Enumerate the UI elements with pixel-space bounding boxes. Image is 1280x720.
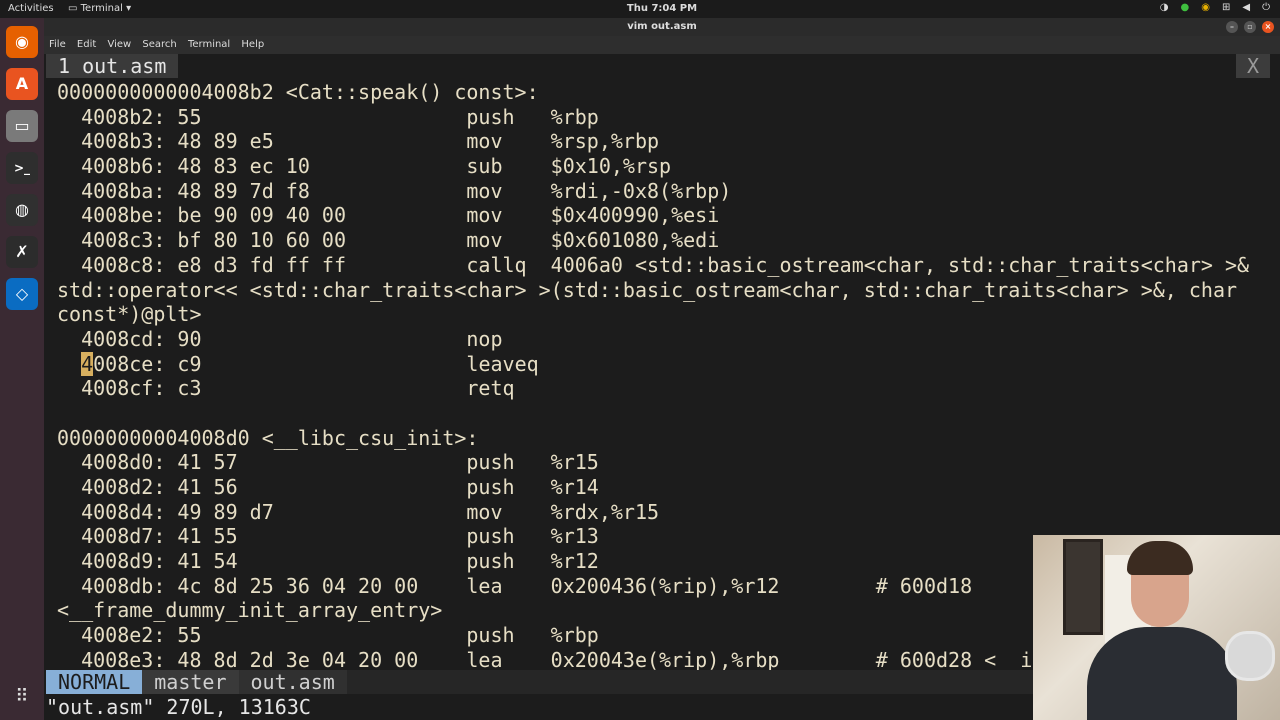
vim-tab-close[interactable]: X	[1236, 54, 1270, 78]
git-branch: master	[142, 670, 239, 694]
volume-icon[interactable]: ◀	[1242, 2, 1250, 13]
menu-bar: File Edit View Search Terminal Help	[44, 36, 1280, 54]
globe-lamp	[1225, 631, 1275, 681]
status-filename: out.asm	[238, 670, 347, 694]
top-bar: Activities ▭ Terminal ▾ Thu 7:04 PM ◑ ● …	[0, 0, 1280, 18]
buffer-line[interactable]: 4008cd: 90 nop	[57, 327, 1249, 352]
app-menu-label: Terminal ▾	[80, 3, 132, 14]
buffer-line[interactable]: 4008c8: e8 d3 fd ff ff callq 4006a0 <std…	[57, 253, 1249, 278]
buffer-line[interactable]: 4008be: be 90 09 40 00 mov $0x400990,%es…	[57, 203, 1249, 228]
buffer-line[interactable]: 4008d2: 41 56 push %r14	[57, 475, 1249, 500]
webcam-overlay	[1033, 535, 1280, 720]
buffer-line[interactable]: 4008b2: 55 push %rbp	[57, 105, 1249, 130]
person-hair	[1127, 541, 1193, 575]
show-apps-icon[interactable]: ⠿	[10, 686, 34, 710]
firefox-icon[interactable]: ◉	[6, 26, 38, 58]
window-titlebar[interactable]: vim out.asm – ▫ ×	[44, 18, 1280, 36]
cursor: 4	[81, 351, 94, 376]
terminal-icon[interactable]: >_	[6, 152, 38, 184]
buffer-line[interactable]: 4008ba: 48 89 7d f8 mov %rdi,-0x8(%rbp)	[57, 179, 1249, 204]
buffer-line[interactable]: 4008d4: 49 89 d7 mov %rdx,%r15	[57, 500, 1249, 525]
person-body	[1087, 627, 1237, 720]
wall-picture	[1063, 539, 1103, 635]
power-icon[interactable]: ⏻	[1262, 2, 1270, 13]
buffer-line[interactable]: 4008b6: 48 83 ec 10 sub $0x10,%rsp	[57, 154, 1249, 179]
close-icon[interactable]: ×	[1262, 21, 1274, 33]
window-title: vim out.asm	[627, 21, 697, 32]
chrome-icon[interactable]: ◉	[1201, 2, 1210, 13]
buffer-line[interactable]: 4008ce: c9 leaveq	[57, 351, 1249, 377]
menu-file[interactable]: File	[49, 39, 66, 50]
activities-button[interactable]: Activities	[8, 3, 54, 14]
menu-view[interactable]: View	[107, 39, 131, 50]
vim-cmdline[interactable]: "out.asm" 270L, 13163C	[46, 695, 311, 719]
updates-icon[interactable]: ●	[1181, 2, 1190, 13]
minimize-icon[interactable]: –	[1226, 21, 1238, 33]
buffer-line[interactable]: 4008cf: c3 retq	[57, 376, 1249, 401]
vim-tabline: 1 out.asm X	[44, 54, 1280, 78]
buffer-line[interactable]: 4008c3: bf 80 10 60 00 mov $0x601080,%ed…	[57, 228, 1249, 253]
steam-icon[interactable]: ◑	[1160, 2, 1169, 13]
vim-tab[interactable]: 1 out.asm	[46, 54, 179, 78]
calc-icon[interactable]: ✗	[6, 236, 38, 268]
obs-icon[interactable]: ◍	[6, 194, 38, 226]
network-icon[interactable]: ⊞	[1222, 2, 1230, 13]
clock[interactable]: Thu 7:04 PM	[620, 3, 704, 14]
menu-terminal[interactable]: Terminal	[188, 39, 230, 50]
buffer-line[interactable]: std::operator<< <std::char_traits<char> …	[57, 278, 1249, 303]
software-center-icon[interactable]: A	[6, 68, 38, 100]
app-menu[interactable]: ▭ Terminal ▾	[68, 3, 131, 14]
vscode-icon[interactable]: ◇	[6, 278, 38, 310]
buffer-line[interactable]: 00000000004008d0 <__libc_csu_init>:	[57, 426, 1249, 451]
buffer-line[interactable]: 4008d0: 41 57 push %r15	[57, 450, 1249, 475]
maximize-icon[interactable]: ▫	[1244, 21, 1256, 33]
dock: ◉ A ▭ >_ ◍ ✗ ◇ ⠿	[0, 18, 44, 720]
buffer-line[interactable]: 0000000000004008b2 <Cat::speak() const>:	[57, 80, 1249, 105]
buffer-line[interactable]: 4008b3: 48 89 e5 mov %rsp,%rbp	[57, 129, 1249, 154]
menu-help[interactable]: Help	[241, 39, 264, 50]
buffer-line[interactable]: const*)@plt>	[57, 302, 1249, 327]
files-icon[interactable]: ▭	[6, 110, 38, 142]
menu-search[interactable]: Search	[142, 39, 176, 50]
vim-mode: NORMAL	[46, 670, 143, 694]
menu-edit[interactable]: Edit	[77, 39, 96, 50]
system-tray: ◑ ● ◉ ⊞ ◀ ⏻	[1160, 2, 1270, 13]
buffer-line[interactable]	[57, 401, 1249, 426]
